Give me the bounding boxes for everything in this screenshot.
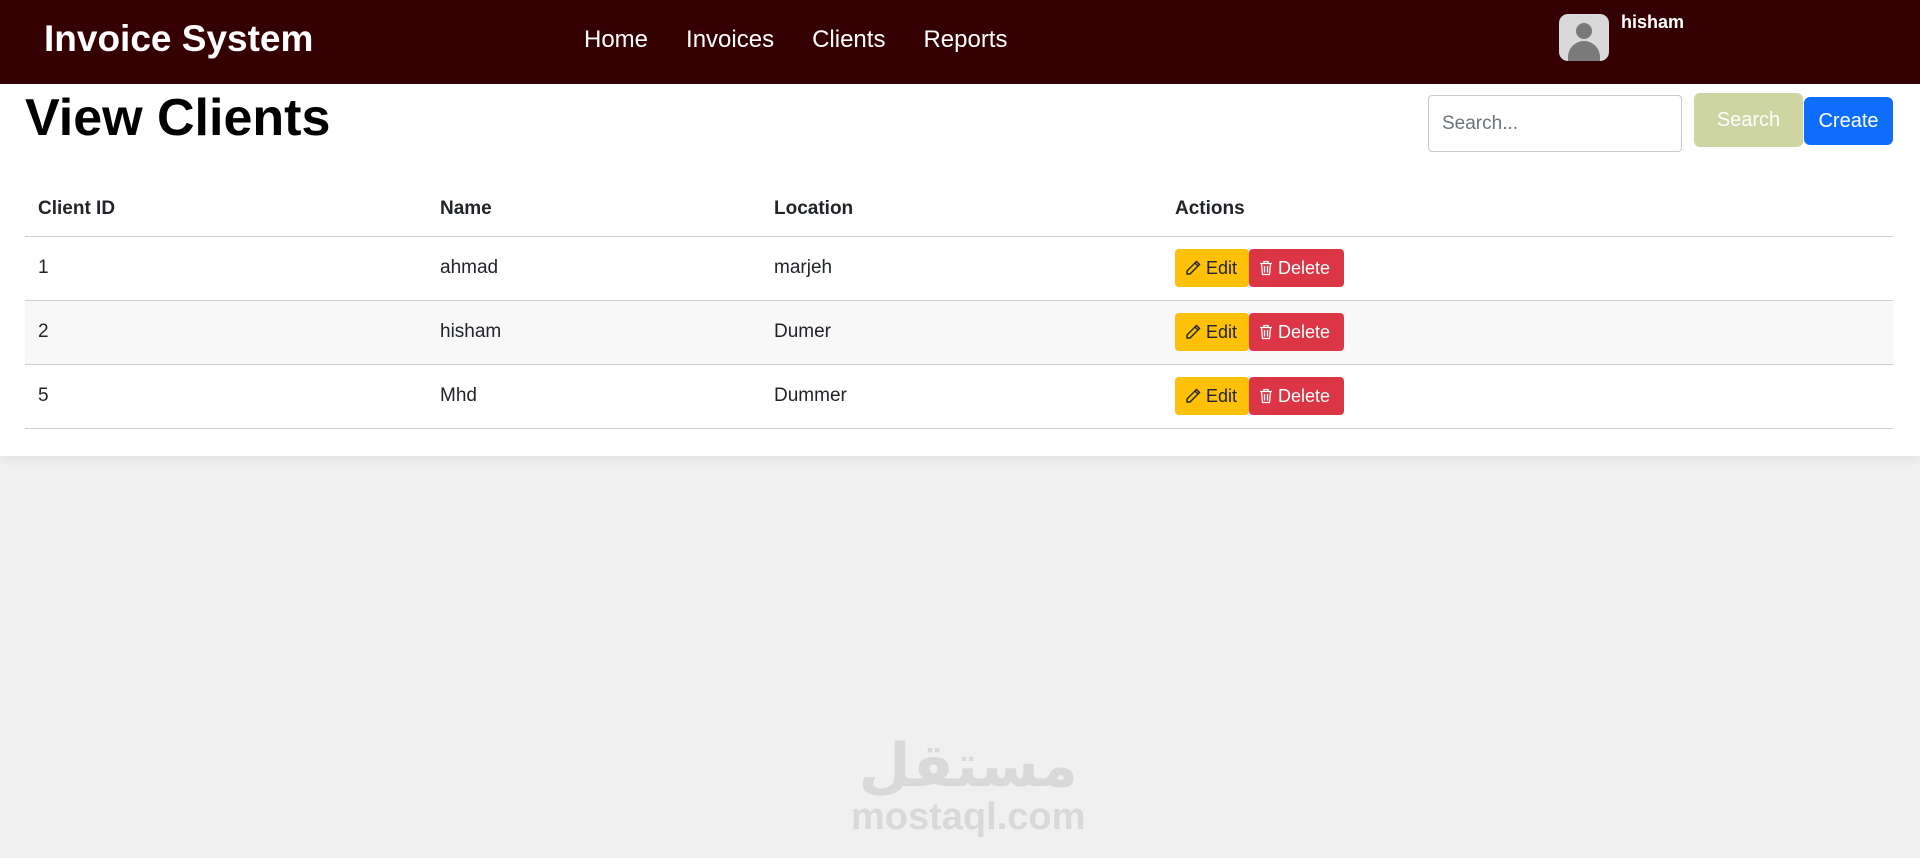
nav-clients[interactable]: Clients: [812, 26, 885, 54]
trash-icon: [1260, 260, 1272, 276]
avatar-head-shape: [1576, 23, 1592, 39]
column-header-actions: Actions: [1162, 182, 1893, 237]
watermark-latin-text: mostaql.com: [851, 796, 1086, 838]
edit-label: Edit: [1206, 257, 1238, 278]
search-button[interactable]: Search: [1694, 93, 1803, 147]
username: hisham: [1621, 12, 1685, 32]
avatar[interactable]: [1559, 14, 1609, 61]
clients-table: Client ID Name Location Actions 1 ahmad …: [25, 182, 1893, 429]
actions-cell: Edit Delete: [1162, 300, 1893, 365]
delete-label: Delete: [1278, 257, 1331, 278]
delete-button[interactable]: Delete: [1249, 249, 1344, 287]
client-location-cell: marjeh: [761, 236, 1162, 301]
actions-cell: Edit Delete: [1162, 364, 1893, 429]
clients-panel: View Clients Search Create Client ID Nam…: [0, 84, 1920, 456]
client-name-cell: Mhd: [427, 364, 761, 429]
avatar-body-shape: [1568, 41, 1600, 61]
brand-title[interactable]: Invoice System: [44, 18, 313, 60]
pencil-icon: [1186, 324, 1201, 339]
client-id-cell: 5: [25, 364, 427, 429]
client-name-cell: hisham: [427, 300, 761, 365]
client-location-cell: Dumer: [761, 300, 1162, 365]
column-header-client-id: Client ID: [25, 182, 427, 237]
nav-invoices[interactable]: Invoices: [686, 26, 774, 54]
delete-button[interactable]: Delete: [1249, 377, 1344, 415]
pencil-icon: [1186, 388, 1201, 403]
edit-label: Edit: [1206, 385, 1238, 406]
nav-reports[interactable]: Reports: [923, 26, 1007, 54]
delete-button[interactable]: Delete: [1249, 313, 1344, 351]
column-header-location: Location: [761, 182, 1162, 237]
edit-label: Edit: [1206, 321, 1238, 342]
edit-button[interactable]: Edit: [1175, 313, 1249, 351]
watermark-arabic-text: مستقل: [858, 731, 1078, 801]
client-name-cell: ahmad: [427, 236, 761, 301]
client-location-cell: Dummer: [761, 364, 1162, 429]
watermark-logo: مستقل mostaql.com: [851, 735, 1085, 837]
client-id-cell: 2: [25, 300, 427, 365]
table-row: 2 hisham Dumer Edit Delete: [25, 300, 1893, 365]
actions-cell: Edit Delete: [1162, 236, 1893, 301]
trash-icon: [1260, 388, 1272, 404]
edit-button[interactable]: Edit: [1175, 249, 1249, 287]
page-title: View Clients: [25, 89, 331, 147]
trash-icon: [1260, 324, 1272, 340]
table-row: 1 ahmad marjeh Edit Delete: [25, 236, 1893, 301]
edit-button[interactable]: Edit: [1175, 377, 1249, 415]
client-id-cell: 1: [25, 236, 427, 301]
pencil-icon: [1186, 260, 1201, 275]
delete-label: Delete: [1278, 321, 1331, 342]
top-navbar: Invoice System Home Invoices Clients Rep…: [0, 0, 1920, 84]
nav-home[interactable]: Home: [584, 26, 648, 54]
create-button[interactable]: Create: [1804, 97, 1893, 145]
delete-label: Delete: [1278, 385, 1331, 406]
table-header-row: Client ID Name Location Actions: [25, 182, 1893, 237]
search-input[interactable]: [1428, 95, 1682, 152]
table-row: 5 Mhd Dummer Edit Delete: [25, 364, 1893, 429]
main-nav: Home Invoices Clients Reports: [584, 26, 1045, 54]
column-header-name: Name: [427, 182, 761, 237]
